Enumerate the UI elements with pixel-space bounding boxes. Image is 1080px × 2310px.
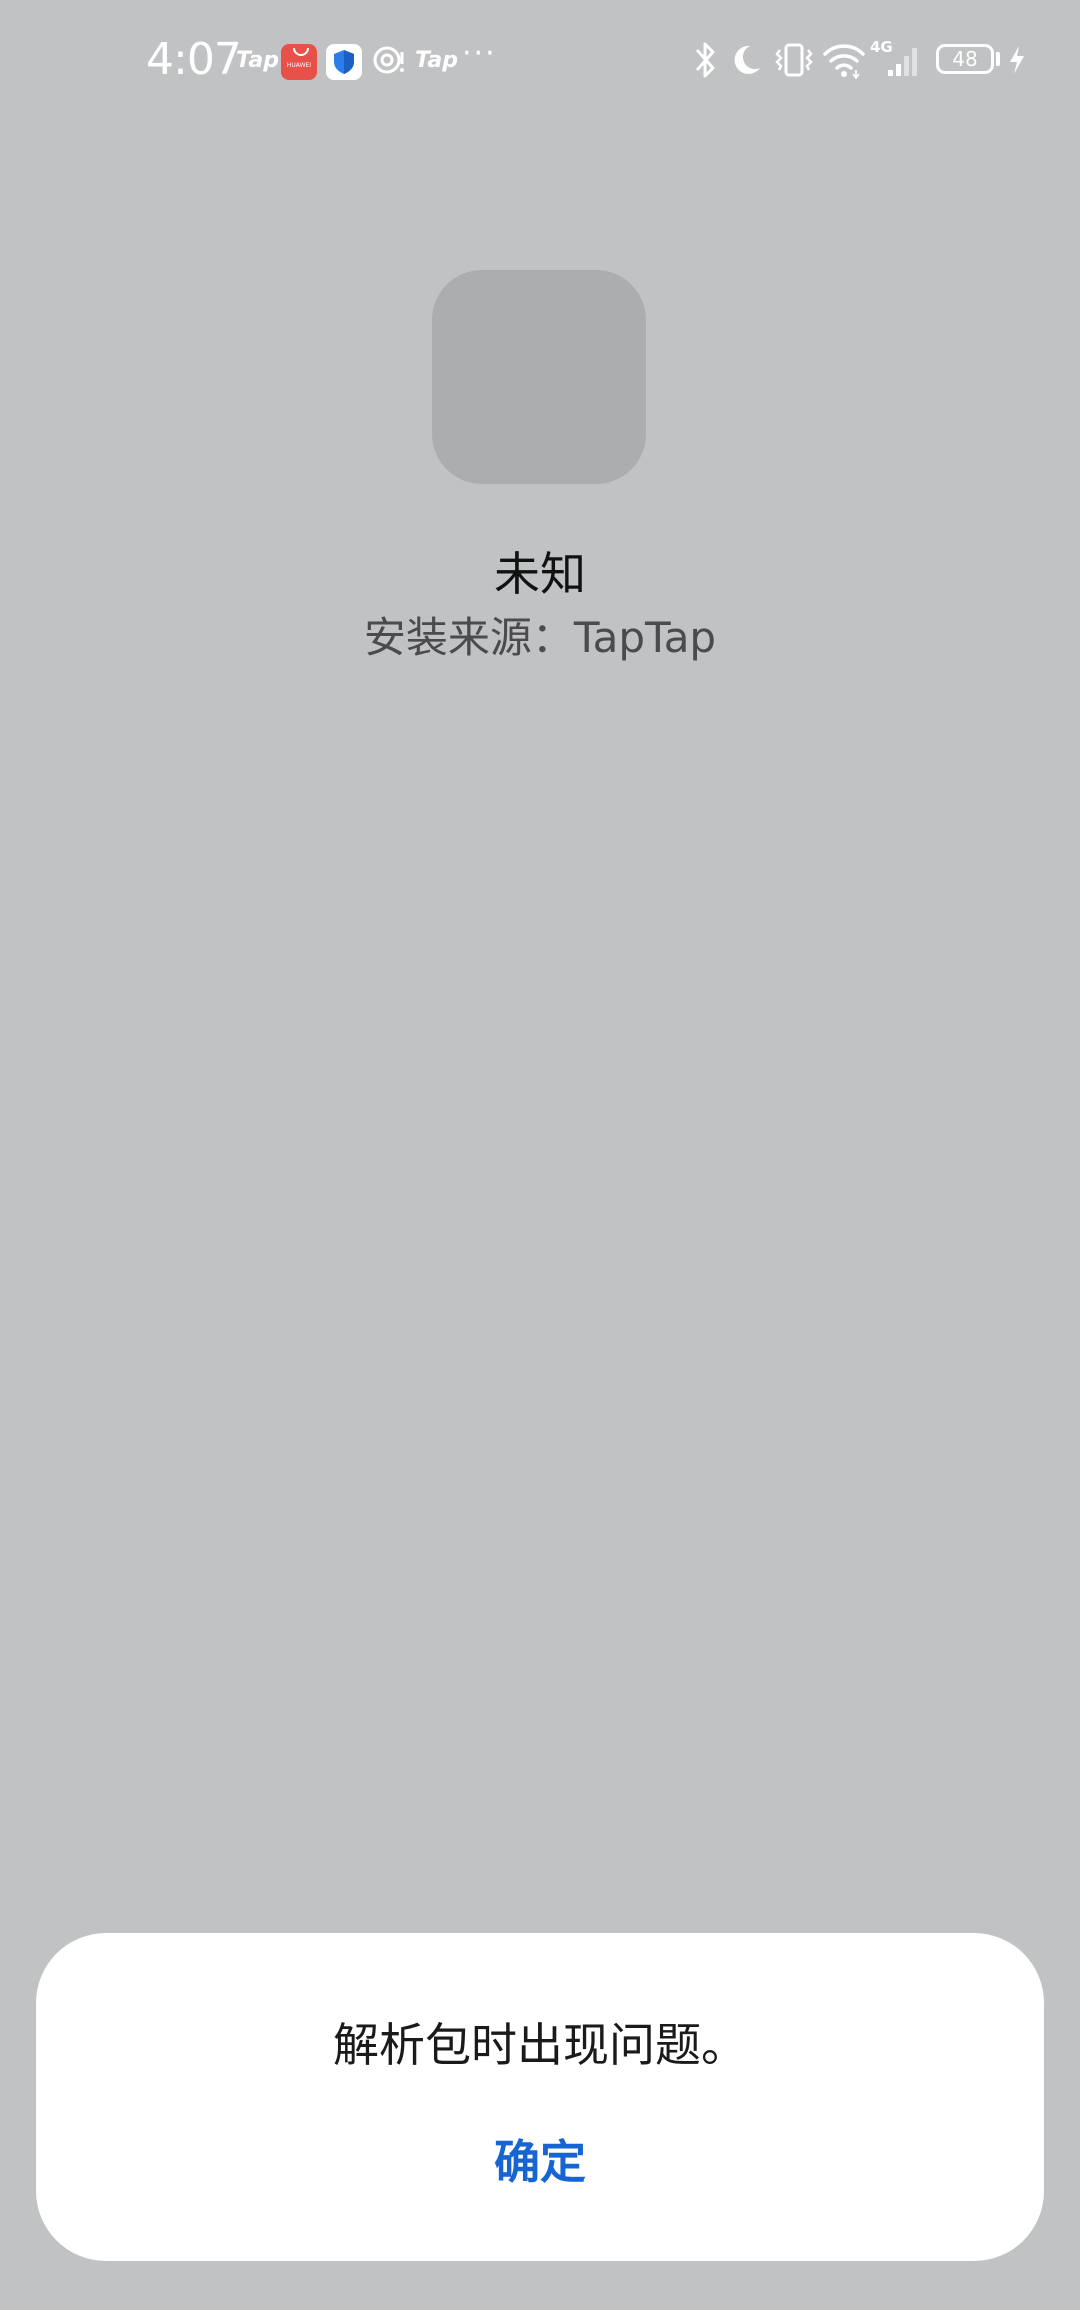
install-source: 安装来源：TapTap [363, 613, 717, 662]
vibrate-icon [775, 43, 813, 77]
more-icon: ··· [462, 36, 497, 71]
battery-level: 48 [952, 47, 978, 71]
shield-icon [326, 44, 362, 80]
signal-icon [888, 48, 917, 76]
status-bar: 4:07 Tap HUAWEI Tap ··· 4G 48 [0, 0, 1080, 120]
battery-icon: 48 [936, 44, 994, 74]
charging-icon [1010, 46, 1024, 74]
app-name: 未知 [494, 547, 586, 601]
bluetooth-icon [695, 42, 715, 78]
app-icon [432, 270, 646, 484]
huawei-appgallery-icon: HUAWEI [281, 44, 317, 80]
status-time: 4:07 [146, 34, 242, 85]
tap-icon: Tap [415, 48, 458, 73]
confirm-button[interactable]: 确定 [440, 2119, 640, 2199]
target-icon [373, 46, 404, 74]
wifi-icon [823, 44, 865, 80]
moon-icon [734, 45, 760, 74]
error-dialog: 解析包时出现问题。 确定 [36, 1933, 1044, 2261]
tap-icon: Tap [236, 48, 279, 73]
dialog-message: 解析包时出现问题。 [333, 2018, 747, 2072]
